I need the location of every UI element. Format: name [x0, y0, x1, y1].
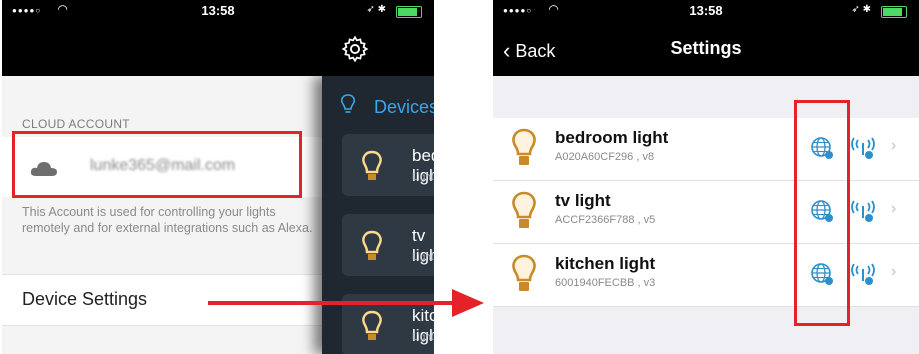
- drawer-title: Devices: [374, 97, 434, 117]
- navigation-bar: [2, 22, 434, 76]
- battery-icon: [881, 6, 907, 18]
- account-description: This Account is used for controlling you…: [22, 205, 313, 235]
- navigation-bar: ‹ Back Settings: [493, 22, 919, 76]
- drawer-device-sub: Light: [412, 172, 434, 183]
- status-bar: ●●●●○ ◠ 13:58 ➶ ✱: [2, 0, 434, 22]
- chevron-right-icon[interactable]: ›: [891, 263, 896, 281]
- account-highlight-box: [12, 131, 302, 198]
- status-bar: ●●●●○ ◠ 13:58 ➶ ✱: [493, 0, 919, 22]
- location-bluetooth-icons: ➶ ✱: [366, 4, 386, 15]
- bulb-icon: [512, 191, 536, 228]
- right-phone-screen: ●●●●○ ◠ 13:58 ➶ ✱ ‹ Back Settings bedroo…: [493, 0, 919, 354]
- page-title: Settings: [670, 38, 742, 58]
- device-row[interactable]: tv light ACCF2366F788 , v5 ›: [493, 181, 919, 244]
- bulb-icon: [362, 230, 382, 260]
- cloud-account-header: CLOUD ACCOUNT: [22, 117, 130, 131]
- radio-signal-icon[interactable]: [849, 198, 877, 224]
- chevron-right-icon[interactable]: ›: [891, 137, 896, 155]
- drawer-device-item[interactable]: bedroom light Light: [342, 134, 434, 196]
- gear-icon[interactable]: [341, 35, 369, 63]
- device-name: tv light: [555, 191, 611, 210]
- bulb-icon: [512, 128, 536, 165]
- radio-signal-icon[interactable]: [849, 261, 877, 287]
- device-row[interactable]: bedroom light A020A60CF296 , v8 ›: [493, 118, 919, 181]
- battery-icon: [396, 6, 422, 18]
- bulb-icon: [512, 254, 536, 291]
- device-name: bedroom light: [555, 128, 669, 147]
- device-id: ACCF2366F788 , v5: [555, 214, 656, 226]
- drawer-device-sub: Light: [412, 332, 434, 343]
- radio-signal-icon[interactable]: [849, 135, 877, 161]
- globe-column-highlight-box: [794, 100, 850, 326]
- arrow-annotation: [208, 289, 484, 317]
- device-row[interactable]: kitchen light 6001940FECBB , v3 ›: [493, 244, 919, 307]
- device-settings-label: Device Settings: [22, 289, 148, 309]
- bulb-icon: [362, 150, 382, 180]
- location-bluetooth-icons: ➶ ✱: [851, 4, 871, 15]
- device-id: A020A60CF296 , v8: [555, 151, 655, 163]
- chevron-right-icon[interactable]: ›: [891, 200, 896, 218]
- drawer-device-sub: Light: [412, 252, 434, 263]
- device-list: bedroom light A020A60CF296 , v8 › tv lig…: [493, 118, 919, 307]
- device-id: 6001940FECBB , v3: [555, 277, 656, 289]
- bulb-icon: [340, 94, 356, 113]
- drawer-device-item[interactable]: tv light Light: [342, 214, 434, 276]
- device-name: kitchen light: [555, 254, 656, 273]
